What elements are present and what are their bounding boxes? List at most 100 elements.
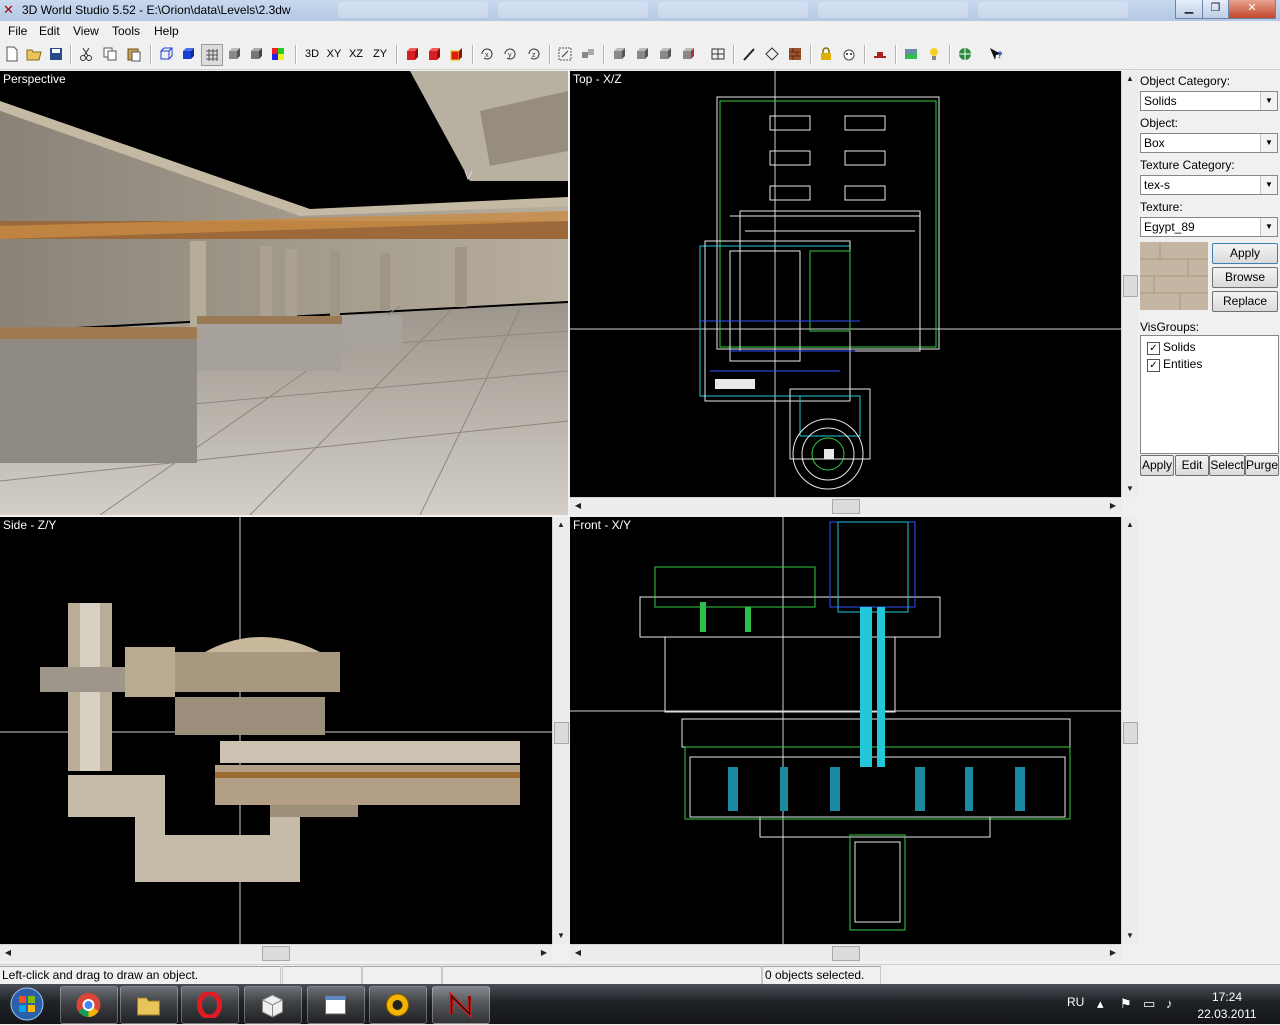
scroll-up-icon[interactable]: ▲ bbox=[1122, 517, 1138, 533]
object-select[interactable]: Box ▼ bbox=[1140, 133, 1278, 153]
face-icon[interactable] bbox=[839, 44, 859, 64]
volume-icon[interactable]: ♪ bbox=[1166, 996, 1173, 1011]
scroll-down-icon[interactable]: ▼ bbox=[1122, 481, 1138, 497]
chevron-down-icon[interactable]: ▼ bbox=[1260, 176, 1277, 194]
top-viewport[interactable]: Top - X/Z bbox=[570, 71, 1121, 497]
solid-3-icon[interactable] bbox=[655, 44, 675, 64]
brush-icon[interactable] bbox=[739, 44, 759, 64]
language-indicator[interactable]: RU bbox=[1067, 995, 1084, 1009]
new-icon[interactable] bbox=[2, 44, 22, 64]
scroll-thumb[interactable] bbox=[1123, 275, 1138, 297]
map-icon[interactable] bbox=[901, 44, 921, 64]
compile-icon[interactable] bbox=[955, 44, 975, 64]
lock-icon[interactable] bbox=[816, 44, 836, 64]
rotate-y-icon[interactable]: y bbox=[500, 44, 520, 64]
paint-icon[interactable] bbox=[762, 44, 782, 64]
entity-icon[interactable] bbox=[870, 44, 890, 64]
group-icon[interactable] bbox=[578, 44, 598, 64]
apply-texture-button[interactable]: Apply bbox=[1212, 243, 1278, 264]
taskbar-package[interactable] bbox=[244, 986, 302, 1024]
menu-tools[interactable]: Tools bbox=[112, 24, 140, 38]
scroll-right-icon[interactable]: ▶ bbox=[1105, 498, 1121, 514]
copy-icon[interactable] bbox=[100, 44, 120, 64]
texture-category-select[interactable]: tex-s ▼ bbox=[1140, 175, 1278, 195]
minimize-button[interactable]: ▁ bbox=[1175, 0, 1203, 19]
textured-icon[interactable] bbox=[246, 44, 266, 64]
perspective-viewport[interactable]: Perspective bbox=[0, 71, 568, 515]
taskbar-opera[interactable] bbox=[181, 986, 239, 1024]
scroll-thumb[interactable] bbox=[262, 946, 290, 961]
visgroup-apply-button[interactable]: Apply bbox=[1140, 455, 1174, 476]
front-vertical-scrollbar[interactable]: ▲ ▼ bbox=[1121, 517, 1138, 944]
texture-preview[interactable] bbox=[1140, 242, 1208, 310]
cut-icon[interactable] bbox=[76, 44, 96, 64]
close-button[interactable]: ✕ bbox=[1228, 0, 1276, 19]
top-horizontal-scrollbar[interactable]: ◀ ▶ bbox=[570, 497, 1121, 514]
menu-edit[interactable]: Edit bbox=[39, 24, 60, 38]
clock-date[interactable]: 22.03.2011 bbox=[1196, 1007, 1258, 1021]
side-horizontal-scrollbar[interactable]: ◀ ▶ bbox=[0, 944, 552, 961]
title-bar[interactable]: ✕ 3D World Studio 5.52 - E:\Orion\data\L… bbox=[0, 0, 1280, 21]
scroll-thumb[interactable] bbox=[832, 946, 860, 961]
save-icon[interactable] bbox=[46, 44, 66, 64]
scroll-right-icon[interactable]: ▶ bbox=[536, 945, 552, 961]
visgroup-purge-button[interactable]: Purge bbox=[1245, 455, 1279, 476]
visgroup-entities-checkbox[interactable]: ✓ bbox=[1147, 359, 1160, 372]
scroll-thumb[interactable] bbox=[832, 499, 860, 514]
solid-1-icon[interactable] bbox=[609, 44, 629, 64]
replace-button[interactable]: Replace bbox=[1212, 291, 1278, 312]
view-zy-button[interactable]: ZY bbox=[370, 44, 390, 64]
scroll-thumb[interactable] bbox=[554, 722, 569, 744]
action-center-icon[interactable]: ⚑ bbox=[1120, 996, 1132, 1012]
view-xy-button[interactable]: XY bbox=[324, 44, 344, 64]
menu-file[interactable]: File bbox=[8, 24, 27, 38]
scroll-thumb[interactable] bbox=[1123, 722, 1138, 744]
visgroup-solids-checkbox[interactable]: ✓ bbox=[1147, 342, 1160, 355]
visgroup-select-button[interactable]: Select bbox=[1209, 455, 1245, 476]
menu-view[interactable]: View bbox=[73, 24, 99, 38]
taskbar-explorer[interactable] bbox=[120, 986, 178, 1024]
scroll-up-icon[interactable]: ▲ bbox=[1122, 71, 1138, 87]
chevron-down-icon[interactable]: ▼ bbox=[1260, 92, 1277, 110]
light-icon[interactable] bbox=[924, 44, 944, 64]
network-icon[interactable]: ▭ bbox=[1143, 996, 1155, 1012]
menu-help[interactable]: Help bbox=[154, 24, 179, 38]
view-xz-button[interactable]: XZ bbox=[346, 44, 366, 64]
browse-button[interactable]: Browse bbox=[1212, 267, 1278, 288]
visgroups-list[interactable]: ✓ Solids ✓ Entities bbox=[1140, 335, 1279, 454]
side-vertical-scrollbar[interactable]: ▲ ▼ bbox=[552, 517, 569, 944]
start-button[interactable] bbox=[8, 986, 46, 1022]
shaded-icon[interactable] bbox=[224, 44, 244, 64]
scroll-left-icon[interactable]: ◀ bbox=[570, 498, 586, 514]
solid-2-icon[interactable] bbox=[632, 44, 652, 64]
restore-button[interactable]: ❐ bbox=[1202, 0, 1229, 19]
red-cube-icon[interactable] bbox=[402, 44, 422, 64]
scroll-down-icon[interactable]: ▼ bbox=[553, 928, 569, 944]
view-3d-button[interactable]: 3D bbox=[302, 44, 322, 64]
side-viewport[interactable]: Side - Z/Y bbox=[0, 517, 552, 944]
chevron-down-icon[interactable]: ▼ bbox=[1260, 134, 1277, 152]
visgroup-edit-button[interactable]: Edit bbox=[1175, 455, 1209, 476]
scroll-up-icon[interactable]: ▲ bbox=[553, 517, 569, 533]
paste-icon[interactable] bbox=[124, 44, 144, 64]
texture-icon[interactable] bbox=[785, 44, 805, 64]
color-icon[interactable] bbox=[268, 44, 288, 64]
scroll-right-icon[interactable]: ▶ bbox=[1105, 945, 1121, 961]
object-category-select[interactable]: Solids ▼ bbox=[1140, 91, 1278, 111]
taskbar-notepad[interactable] bbox=[307, 986, 365, 1024]
taskbar-game[interactable] bbox=[369, 986, 427, 1024]
cube-wire-icon[interactable] bbox=[156, 44, 176, 64]
solid-4-icon[interactable] bbox=[678, 44, 698, 64]
red-cube-3-icon[interactable] bbox=[446, 44, 466, 64]
scroll-left-icon[interactable]: ◀ bbox=[0, 945, 16, 961]
scroll-down-icon[interactable]: ▼ bbox=[1122, 928, 1138, 944]
texture-select[interactable]: Egypt_89 ▼ bbox=[1140, 217, 1278, 237]
clock-time[interactable]: 17:24 bbox=[1206, 990, 1248, 1004]
tray-arrow-icon[interactable]: ▴ bbox=[1097, 996, 1104, 1012]
taskbar-chrome[interactable] bbox=[60, 986, 118, 1024]
grid-icon[interactable] bbox=[201, 44, 223, 66]
taskbar-3dworldstudio[interactable] bbox=[432, 986, 490, 1024]
carve-icon[interactable] bbox=[708, 44, 728, 64]
top-vertical-scrollbar[interactable]: ▲ ▼ bbox=[1121, 71, 1138, 497]
open-icon[interactable] bbox=[24, 44, 44, 64]
